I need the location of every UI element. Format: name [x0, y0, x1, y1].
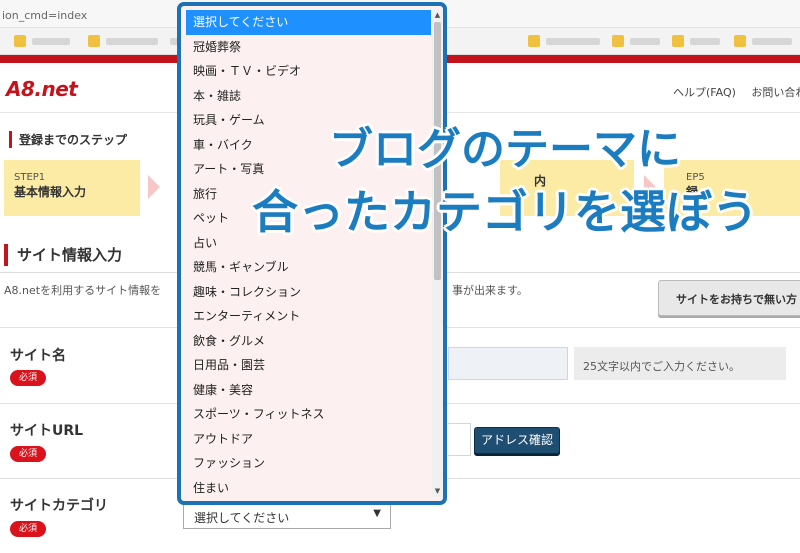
dropdown-options: 選択してください 冠婚葬祭 映画・ＴＶ・ビデオ 本・雑誌 玩具・ゲーム 車・バイク アート・…: [186, 10, 431, 500]
site-url-label: サイトURL: [10, 423, 84, 439]
required-badge: 必須: [10, 446, 46, 462]
required-badge: 必須: [10, 370, 46, 386]
bookmark-label[interactable]: [690, 38, 720, 45]
overlay-caption-line1: ブログのテーマに: [329, 124, 681, 175]
site-url-input[interactable]: [448, 423, 471, 456]
site-name-label: サイト名: [10, 348, 66, 364]
site-category-label: サイトカテゴリ: [10, 498, 108, 514]
dropdown-option[interactable]: エンターティメント: [186, 304, 431, 329]
dropdown-option[interactable]: 日用品・園芸: [186, 353, 431, 378]
dropdown-option[interactable]: 競馬・ギャンブル: [186, 255, 431, 280]
url-text: ion_cmd=index: [2, 9, 88, 22]
category-select[interactable]: 選択してください ▼: [183, 501, 391, 529]
dropdown-option[interactable]: 住まい: [186, 476, 431, 501]
dropdown-option[interactable]: ファッション: [186, 451, 431, 476]
help-link[interactable]: ヘルプ(FAQ): [673, 86, 736, 99]
no-site-button[interactable]: サイトをお持ちで無い方: [658, 280, 800, 316]
step-1: STEP1 基本情報入力: [4, 160, 140, 216]
scroll-down-icon[interactable]: ▼: [432, 486, 443, 496]
bookmark-label[interactable]: [630, 38, 660, 45]
steps-title: 登録までのステップ: [9, 131, 127, 148]
dropdown-option[interactable]: 本・雑誌: [186, 84, 431, 109]
bookmark-label[interactable]: [546, 38, 600, 45]
overlay-caption-line2: 合ったカテゴリを選ぼう: [252, 185, 758, 239]
dropdown-option[interactable]: 飲食・グルメ: [186, 329, 431, 354]
dropdown-option[interactable]: 選択してください: [186, 10, 431, 35]
address-check-button[interactable]: アドレス確認: [474, 427, 560, 454]
step-label: 基本情報入力: [14, 185, 87, 199]
bookmark-folder-icon[interactable]: [672, 35, 684, 47]
contact-link[interactable]: お問い合わ: [751, 86, 800, 99]
bookmark-folder-icon[interactable]: [88, 35, 100, 47]
dropdown-option[interactable]: アウトドア: [186, 427, 431, 452]
site-name-hint: 25文字以内でご入力ください。: [574, 347, 786, 380]
section-title: サイト情報入力: [4, 244, 122, 266]
intro-text-end: 事が出来ます。: [452, 284, 528, 297]
category-select-value: 選択してください: [194, 511, 290, 525]
category-dropdown-list[interactable]: 選択してください 冠婚葬祭 映画・ＴＶ・ビデオ 本・雑誌 玩具・ゲーム 車・バイク アート・…: [177, 2, 447, 505]
bookmark-label[interactable]: [32, 38, 70, 45]
bookmark-label[interactable]: [106, 38, 158, 45]
intro-text: A8.netを利用するサイト情報を: [4, 284, 162, 297]
dropdown-option[interactable]: スポーツ・フィットネス: [186, 402, 431, 427]
step-arrow-icon: [148, 175, 160, 199]
a8-logo[interactable]: A8.net: [6, 77, 78, 101]
bookmark-label[interactable]: [752, 38, 792, 45]
dropdown-arrow-icon: ▼: [373, 508, 381, 519]
step-number: STEP1: [14, 172, 46, 183]
dropdown-option[interactable]: 冠婚葬祭: [186, 35, 431, 60]
bookmark-folder-icon[interactable]: [612, 35, 624, 47]
bookmark-folder-icon[interactable]: [14, 35, 26, 47]
site-name-input[interactable]: [448, 347, 568, 380]
bookmark-folder-icon[interactable]: [734, 35, 746, 47]
bookmark-folder-icon[interactable]: [528, 35, 540, 47]
required-badge: 必須: [10, 521, 46, 537]
dropdown-option[interactable]: 映画・ＴＶ・ビデオ: [186, 59, 431, 84]
dropdown-option[interactable]: 趣味・コレクション: [186, 280, 431, 305]
scroll-up-icon[interactable]: ▲: [432, 10, 443, 20]
header-links: ヘルプ(FAQ) お問い合わ: [673, 84, 800, 100]
dropdown-option[interactable]: 健康・美容: [186, 378, 431, 403]
